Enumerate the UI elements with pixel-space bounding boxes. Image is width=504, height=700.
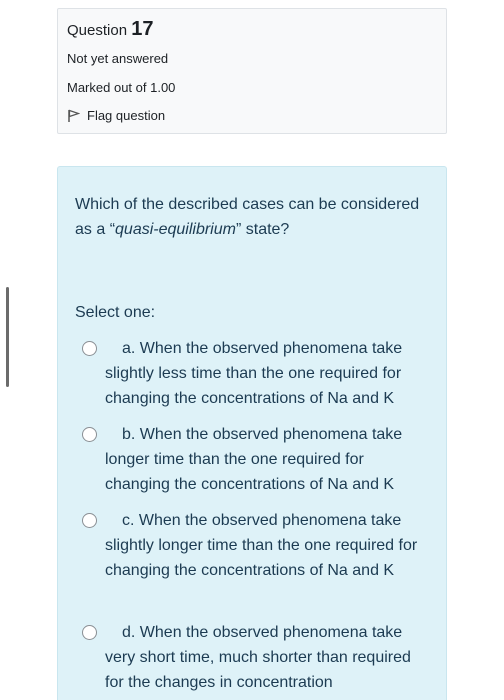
radio-unchecked-icon[interactable] [82,625,97,640]
radio-unchecked-icon[interactable] [82,341,97,356]
question-text-part: ” state? [235,221,290,238]
question-number: 17 [131,18,154,40]
scroll-indicator[interactable] [6,287,9,387]
question-text-emphasis: quasi-equilibrium [115,221,236,238]
flag-question-label: Flag question [87,108,166,123]
question-text: Which of the described cases can be cons… [75,192,425,242]
question-state: Not yet answered [67,51,169,66]
question-title: Question 17 [67,18,153,41]
select-one-prompt: Select one: [75,304,156,321]
answer-label: c. When the observed phenomena take slig… [105,512,418,579]
flag-question-link[interactable]: Flag question [67,108,165,123]
answer-option-c[interactable]: c. When the observed phenomena take slig… [82,508,422,583]
answer-option-d[interactable]: d. When the observed phenomena take very… [82,620,422,695]
answer-label: a. When the observed phenomena take slig… [105,340,403,407]
radio-unchecked-icon[interactable] [82,513,97,528]
radio-unchecked-icon[interactable] [82,427,97,442]
answer-label: d. When the observed phenomena take very… [105,624,411,691]
answer-option-a[interactable]: a. When the observed phenomena take slig… [82,336,422,411]
flag-icon [68,109,80,122]
question-label: Question [67,22,128,39]
question-info-panel: Question 17 Not yet answered Marked out … [57,8,447,134]
question-grade: Marked out of 1.00 [67,80,176,95]
answer-option-b[interactable]: b. When the observed phenomena take long… [82,422,422,497]
question-content-panel: Which of the described cases can be cons… [57,166,447,700]
answer-label: b. When the observed phenomena take long… [105,426,403,493]
